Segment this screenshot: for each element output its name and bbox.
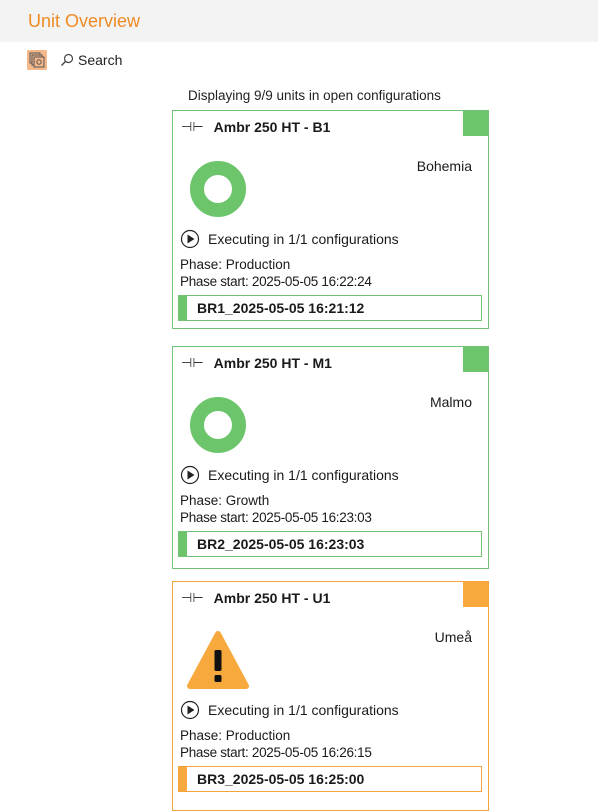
- toolbar: Search: [0, 42, 598, 76]
- phase-start-text: Phase start: 2025-05-05 16:26:15: [180, 745, 372, 760]
- run-link[interactable]: BR3_2025-05-05 16:25:00: [178, 766, 482, 792]
- run-label: BR2_2025-05-05 16:23:03: [197, 536, 365, 552]
- unit-name: Ambr 250 HT - U1: [213, 590, 331, 606]
- play-icon: [180, 229, 200, 249]
- stack-icon: [29, 52, 45, 68]
- search-box[interactable]: Search: [60, 50, 122, 70]
- search-label: Search: [78, 52, 123, 68]
- ring-icon: [190, 161, 246, 217]
- pin-icon[interactable]: ⊣⊢: [181, 119, 204, 135]
- page-title: Unit Overview: [28, 11, 141, 31]
- unit-card[interactable]: ⊣⊢ Ambr 250 HT - U1 Umeå Executing in 1/…: [172, 581, 489, 811]
- unit-card[interactable]: ⊣⊢ Ambr 250 HT - M1 Malmo Executing in 1…: [172, 346, 489, 569]
- execution-status: Executing in 1/1 configurations: [180, 465, 399, 485]
- status-indicator: [463, 111, 488, 136]
- run-status-accent: [179, 767, 187, 791]
- phase-text: Phase: Production: [180, 257, 291, 272]
- search-icon: [61, 53, 74, 66]
- title-bar: Unit Overview: [0, 0, 598, 42]
- run-label: BR1_2025-05-05 16:21:12: [197, 300, 365, 316]
- pin-icon[interactable]: ⊣⊢: [181, 590, 204, 606]
- view-toggle-button[interactable]: [27, 50, 47, 70]
- unit-location: Bohemia: [416, 158, 472, 174]
- play-icon: [180, 700, 200, 720]
- run-link[interactable]: BR1_2025-05-05 16:21:12: [178, 295, 482, 321]
- ring-icon: [190, 397, 246, 453]
- phase-text: Phase: Growth: [180, 493, 270, 508]
- run-label: BR3_2025-05-05 16:25:00: [197, 771, 365, 787]
- run-link[interactable]: BR2_2025-05-05 16:23:03: [178, 531, 482, 557]
- phase-start-text: Phase start: 2025-05-05 16:23:03: [180, 510, 372, 525]
- play-icon: [180, 465, 200, 485]
- execution-text: Executing in 1/1 configurations: [208, 467, 399, 483]
- phase-start-text: Phase start: 2025-05-05 16:22:24: [180, 274, 372, 289]
- run-status-accent: [179, 296, 187, 320]
- execution-status: Executing in 1/1 configurations: [180, 229, 399, 249]
- warning-icon: [187, 631, 249, 689]
- unit-location: Umeå: [434, 629, 472, 645]
- unit-location: Malmo: [429, 394, 472, 410]
- unit-card[interactable]: ⊣⊢ Ambr 250 HT - B1 Bohemia Executing in…: [172, 110, 489, 329]
- run-status-accent: [179, 532, 187, 556]
- unit-name: Ambr 250 HT - B1: [213, 119, 331, 135]
- status-indicator: [463, 582, 488, 607]
- status-indicator: [463, 347, 488, 372]
- execution-status: Executing in 1/1 configurations: [180, 700, 399, 720]
- phase-text: Phase: Production: [180, 728, 291, 743]
- unit-name: Ambr 250 HT - M1: [213, 355, 332, 371]
- execution-text: Executing in 1/1 configurations: [208, 702, 399, 718]
- execution-text: Executing in 1/1 configurations: [208, 231, 399, 247]
- units-summary: Displaying 9/9 units in open configurati…: [188, 88, 441, 103]
- pin-icon[interactable]: ⊣⊢: [181, 355, 204, 371]
